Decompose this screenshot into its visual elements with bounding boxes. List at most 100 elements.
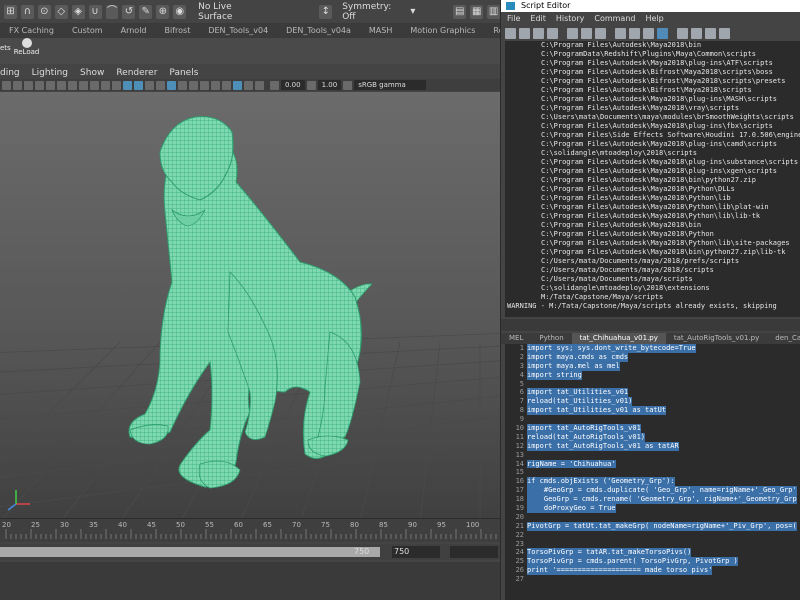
range-slider-handle[interactable] [0,547,380,557]
show-stack-trace-icon[interactable] [643,27,654,39]
lights-icon[interactable] [156,80,165,90]
reload-button[interactable]: ReLoad [14,38,39,56]
gate-mask-icon[interactable] [68,80,77,90]
open-script-icon[interactable] [505,27,516,39]
code-text[interactable]: import string [527,370,582,380]
script-tab-mel[interactable]: MEL [501,333,531,344]
exposure-field[interactable]: 0.00 [281,80,305,90]
code-text[interactable]: PivotGrp = tatUt.tat_makeGrp( nodeName=r… [527,521,797,531]
gamma-icon[interactable] [306,80,316,90]
code-text[interactable]: import tat_Utilities_v01 [527,388,629,398]
history-icon[interactable]: ↺ [122,4,136,19]
save-to-shelf-icon[interactable] [547,27,558,39]
snap-together-icon[interactable]: ⊕ [156,4,170,19]
snap-surface-icon[interactable]: ◈ [71,4,85,19]
shelf-tab-arnold[interactable]: Arnold [112,24,156,38]
snap-curve-icon[interactable]: ∩ [20,4,34,19]
code-text[interactable]: #GeoGrp = cmds.duplicate( 'Geo_Grp', nam… [527,486,797,496]
code-text[interactable]: reload(tat_Utilities_v01) [527,397,633,407]
shelf-tab-motion-graphics[interactable]: Motion Graphics [401,24,484,38]
code-text[interactable]: doProxyGeo = True [527,504,616,513]
clear-all-icon[interactable] [595,27,606,39]
playback-speed-field[interactable] [450,546,498,558]
symmetry-icon[interactable]: ↕ [319,4,333,19]
panel-menu-ding[interactable]: ding [0,68,20,78]
code-text[interactable]: import tat_Utilities_v01 as tatUt [527,406,667,416]
depth-of-field-icon[interactable] [211,80,220,90]
tool-settings-icon[interactable]: ▥ [487,4,500,19]
menu-history[interactable]: History [556,14,584,23]
field-chart-icon[interactable] [79,80,88,90]
panel-menu-lighting[interactable]: Lighting [32,68,68,78]
snap-point-icon[interactable]: ⊙ [37,4,51,19]
code-text[interactable]: import tat_AutoRigTools_v01 as tatAR [527,441,679,451]
code-text[interactable]: rigName = 'Chihuahua' [527,459,616,469]
xray-joints-icon[interactable] [244,80,253,90]
motion-blur-icon[interactable] [189,80,198,90]
code-text[interactable]: import tat_AutoRigTools_v01 [527,424,641,433]
menu-command[interactable]: Command [594,14,635,23]
code-text[interactable]: import maya.cmds as cmds [527,352,629,362]
execute-all-icon[interactable] [677,27,688,39]
menu-edit[interactable]: Edit [530,14,546,23]
time-slider[interactable]: 20 25 30 35 40 45 50 55 60 65 70 75 80 85 90 95 100 [0,518,500,542]
clear-input-icon[interactable] [581,27,592,39]
xray-active-icon[interactable] [255,80,264,90]
paint-icon[interactable]: ✎ [139,4,153,19]
script-tab-python[interactable]: Python [531,333,571,344]
panel-menu-panels[interactable]: Panels [169,68,198,78]
safe-title-icon[interactable] [101,80,110,90]
view-transform-dropdown[interactable]: sRGB gamma [354,80,427,90]
wireframe-on-shaded-icon[interactable] [134,80,143,90]
code-text[interactable]: if cmds.objExists ('Geometry_Grp'): [527,477,675,487]
perspective-viewport[interactable] [0,92,500,518]
live-surface-label[interactable]: No Live Surface [198,2,263,22]
camera-attributes-icon[interactable] [2,80,11,90]
shelf-tab-den-tools-v04[interactable]: DEN_Tools_v04 [199,24,277,38]
shelf-tab-mash[interactable]: MASH [360,24,401,38]
snap-view-icon[interactable]: ◇ [54,4,68,19]
symmetry-dropdown[interactable]: Symmetry: Off [342,2,402,22]
script-tab-den-capstone-of[interactable]: den_Capstone_OF [767,333,800,344]
save-script-icon[interactable] [533,27,544,39]
shelf-tab-custom[interactable]: Custom [63,24,112,38]
shelf-tab-bifrost[interactable]: Bifrost [156,24,200,38]
shelf-tab-redshift[interactable]: Redshift [484,24,500,38]
batch-render-messages-icon[interactable] [657,27,668,39]
image-plane-icon[interactable] [24,80,33,90]
shelf-tab-fx-caching[interactable]: FX Caching [0,24,63,38]
magnet-icon[interactable]: ∪ [88,4,102,19]
execute-selected-icon[interactable] [691,27,702,39]
grid-icon[interactable] [35,80,44,90]
script-tab-tat-autorigtools-v01-py[interactable]: tat_AutoRigTools_v01.py [666,333,767,344]
shelf-tab-den-tools-v04a[interactable]: DEN_Tools_v04a [277,24,360,38]
code-text[interactable]: TorsoPivGrp = tatAR.tat_makeTorsoPivs() [527,548,692,558]
code-text[interactable]: print '==================== made torso p… [527,566,713,576]
wireframe-icon[interactable] [112,80,121,90]
code-text[interactable]: import sys; sys.dont_write_bytecode=True [527,344,696,353]
code-text[interactable]: TorsoPivGrp = cmds.parent( TorsoPivGrp, … [527,557,738,567]
anti-aliasing-icon[interactable] [200,80,209,90]
goto-line-icon[interactable] [719,27,730,39]
shelf-button-ets[interactable]: ets [0,44,11,56]
search-icon[interactable] [705,27,716,39]
script-editor-title[interactable]: Script Editor [501,0,800,12]
attribute-editor-icon[interactable]: ▦ [470,4,484,19]
snap-grid-icon[interactable]: ⊞ [4,4,17,19]
menu-help[interactable]: Help [645,14,663,23]
code-text[interactable]: reload(tat_AutoRigTools_v01) [527,432,646,442]
chevron-down-icon[interactable]: ▾ [406,5,419,19]
gamma-field[interactable]: 1.00 [317,80,342,90]
exposure-icon[interactable] [270,80,279,90]
smooth-shade-icon[interactable] [123,80,132,90]
safe-action-icon[interactable] [90,80,99,90]
history-output-pane[interactable]: C:\Program Files\Autodesk\Maya2018\bin C:… [505,41,800,317]
source-script-icon[interactable] [519,27,530,39]
menu-file[interactable]: File [507,14,520,23]
bookmark-icon[interactable] [13,80,22,90]
creature-mesh[interactable] [128,116,373,489]
script-tab-tat-chihuahua-v01-py[interactable]: tat_Chihuahua_v01.py [571,333,666,344]
ambient-occlusion-icon[interactable] [178,80,187,90]
animation-end-field[interactable]: 750 [392,546,440,558]
panel-menu-show[interactable]: Show [80,68,104,78]
